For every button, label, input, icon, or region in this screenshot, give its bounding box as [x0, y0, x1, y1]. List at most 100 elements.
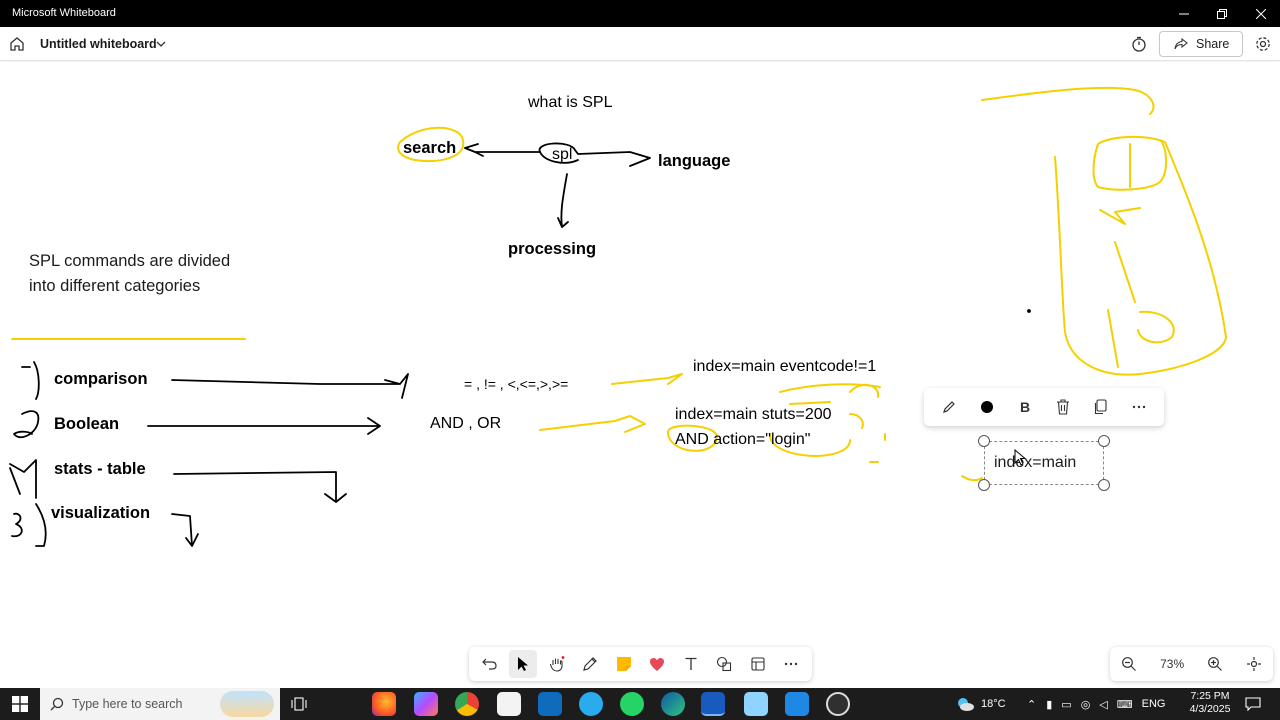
operators-text[interactable]: = , != , <,<=,>,>=: [464, 376, 568, 392]
more-icon[interactable]: [1124, 392, 1154, 422]
network-icon[interactable]: ◎: [1081, 698, 1091, 711]
whatsapp-icon[interactable]: [620, 692, 644, 716]
maximize-button[interactable]: [1203, 0, 1241, 27]
paint-icon[interactable]: [785, 692, 809, 716]
close-button[interactable]: [1242, 0, 1280, 27]
boolean-operators-text[interactable]: AND , OR: [430, 415, 501, 433]
fit-to-screen-icon[interactable]: [1246, 656, 1262, 672]
example2-line1[interactable]: index=main stuts=200: [675, 406, 832, 424]
pen-icon[interactable]: [934, 392, 964, 422]
category-comparison[interactable]: comparison: [54, 370, 148, 389]
bold-icon[interactable]: B: [1010, 392, 1040, 422]
windows-taskbar: Type here to search 18°C ⌃ ▮ ▭ ◎ ◁ ⌨ ENG…: [0, 688, 1280, 720]
delete-icon[interactable]: [1048, 392, 1078, 422]
start-button[interactable]: [0, 688, 40, 720]
right-doodle-ink: [1054, 135, 1227, 376]
whiteboard-app-icon[interactable]: [701, 692, 725, 716]
selected-text[interactable]: index=main: [994, 454, 1076, 472]
app-header: Untitled whiteboard Share: [0, 27, 1280, 61]
dot-ink: [1027, 309, 1031, 313]
num1-ink: [21, 361, 40, 400]
example1-text[interactable]: index=main eventcode!=1: [693, 358, 876, 376]
category-boolean[interactable]: Boolean: [54, 415, 119, 434]
example2-line2[interactable]: AND action="login": [675, 431, 810, 449]
notifications-icon[interactable]: [1245, 697, 1261, 711]
minimize-button[interactable]: [1165, 0, 1203, 27]
heading-text[interactable]: what is SPL: [528, 94, 612, 112]
search-icon: [50, 697, 64, 711]
zoom-in-icon[interactable]: [1207, 656, 1223, 672]
reactions-icon[interactable]: [643, 650, 671, 678]
copilot-icon[interactable]: [414, 692, 438, 716]
firefox-icon[interactable]: [372, 692, 396, 716]
volume-icon[interactable]: ◁: [1099, 698, 1107, 711]
sticky-note-icon[interactable]: [610, 650, 638, 678]
copy-icon[interactable]: [1086, 392, 1116, 422]
text-tool-icon[interactable]: [677, 650, 705, 678]
windows-logo-icon: [12, 696, 28, 712]
weather-widget[interactable]: 18°C: [955, 688, 1006, 720]
note-text[interactable]: SPL commands are divided into different …: [29, 249, 239, 299]
pen-tool-icon[interactable]: [576, 650, 604, 678]
bottom-toolbar: [469, 647, 812, 681]
boolean-arrow-black-ink: [147, 417, 381, 435]
templates-icon[interactable]: [744, 650, 772, 678]
shapes-tool-icon[interactable]: [710, 650, 738, 678]
store-icon[interactable]: [497, 692, 521, 716]
mindmap-processing-label[interactable]: processing: [508, 240, 596, 259]
chrome-icon[interactable]: [455, 692, 479, 716]
weather-icon: [958, 698, 974, 711]
chevron-up-icon[interactable]: ⌃: [1027, 698, 1036, 711]
chevron-down-icon[interactable]: [155, 38, 167, 50]
taskbar-search[interactable]: Type here to search: [40, 688, 280, 720]
zoom-level: 73%: [1160, 657, 1185, 671]
resize-handle-tr[interactable]: [1098, 435, 1110, 447]
more-tools-icon[interactable]: [777, 650, 805, 678]
gear-icon[interactable]: [1254, 35, 1272, 53]
resize-handle-tl[interactable]: [978, 435, 990, 447]
stats-arrow-ink: [173, 471, 347, 503]
microphone-icon[interactable]: ▮: [1046, 698, 1052, 711]
category-stats-table[interactable]: stats - table: [54, 460, 146, 479]
snipping-tool-icon[interactable]: [826, 692, 850, 716]
visualization-arrow-ink: [171, 513, 199, 547]
top-right-curve-ink: [981, 86, 1155, 115]
select-tool-icon[interactable]: [509, 650, 538, 678]
context-toolbar: B: [924, 388, 1164, 426]
undo-icon[interactable]: [476, 650, 504, 678]
category-visualization[interactable]: visualization: [51, 504, 150, 523]
whiteboard-canvas[interactable]: what is SPL search spl language processi…: [0, 62, 1280, 688]
share-button[interactable]: Share: [1159, 31, 1243, 57]
clock-date: 4/3/2025: [1189, 703, 1231, 715]
window-titlebar: Microsoft Whiteboard: [0, 0, 1280, 27]
zoom-controls: 73%: [1110, 647, 1273, 681]
hand-tool-icon[interactable]: [543, 650, 571, 678]
zoom-out-icon[interactable]: [1121, 656, 1137, 672]
minimize-icon: [1179, 13, 1189, 14]
color-icon[interactable]: [972, 392, 1002, 422]
outlook-icon[interactable]: [538, 692, 562, 716]
system-tray: ⌃ ▮ ▭ ◎ ◁ ⌨ ENG: [1027, 688, 1166, 720]
close-icon: [1256, 8, 1266, 19]
mindmap-language-label[interactable]: language: [658, 152, 730, 171]
search-placeholder: Type here to search: [72, 697, 183, 711]
board-title[interactable]: Untitled whiteboard: [40, 37, 157, 51]
num3-ink: [9, 459, 37, 499]
resize-handle-br[interactable]: [1098, 479, 1110, 491]
language-indicator[interactable]: ENG: [1142, 698, 1166, 710]
notepad-icon[interactable]: [744, 692, 768, 716]
mindmap-search-label[interactable]: search: [403, 139, 456, 158]
mindmap-center-label[interactable]: spl: [552, 146, 572, 164]
num4-ink: [11, 503, 47, 547]
timer-icon[interactable]: [1130, 35, 1148, 53]
task-view-icon[interactable]: [291, 697, 307, 711]
home-icon[interactable]: [8, 35, 26, 53]
temperature-text: 18°C: [981, 698, 1006, 710]
keyboard-icon[interactable]: ⌨: [1117, 698, 1133, 711]
telegram-icon[interactable]: [579, 692, 603, 716]
share-icon: [1174, 37, 1188, 50]
battery-icon[interactable]: ▭: [1061, 698, 1071, 711]
edge-icon[interactable]: [661, 692, 685, 716]
clock[interactable]: 7:25 PM 4/3/2025: [1180, 690, 1240, 716]
resize-handle-bl[interactable]: [978, 479, 990, 491]
